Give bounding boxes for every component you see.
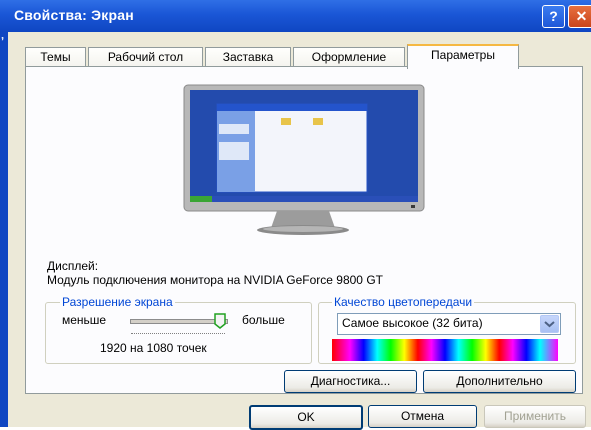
ok-button[interactable]: OK (249, 405, 363, 430)
color-quality-value: Самое высокое (32 бита) (342, 316, 483, 330)
display-adapter-text: Модуль подключения монитора на NVIDIA Ge… (47, 273, 383, 287)
tab-appearance[interactable]: Оформление (293, 47, 405, 67)
tab-label: Темы (40, 50, 71, 64)
tab-label: Рабочий стол (107, 50, 184, 64)
color-spectrum-bar (332, 339, 558, 361)
resolution-group-title: Разрешение экрана (60, 295, 175, 309)
display-label: Дисплей: (47, 259, 99, 273)
resolution-more-label: больше (242, 313, 285, 327)
cancel-button[interactable]: Отмена (368, 405, 477, 428)
close-icon: ✕ (575, 8, 588, 24)
advanced-button[interactable]: Дополнительно (423, 370, 576, 393)
tab-label: Заставка (222, 50, 274, 64)
tab-label: Оформление (311, 50, 387, 64)
edge-mark: ʼ (1, 36, 5, 48)
window-title: Свойства: Экран (14, 7, 134, 23)
resolution-less-label: меньше (62, 313, 107, 327)
tab-settings[interactable]: Параметры (407, 44, 519, 69)
color-quality-select[interactable]: Самое высокое (32 бита) (337, 313, 561, 335)
tab-label: Параметры (431, 48, 495, 62)
close-button[interactable]: ✕ (568, 5, 591, 28)
window-left-edge (0, 32, 8, 427)
help-button[interactable]: ? (542, 5, 565, 28)
resolution-value: 1920 на 1080 точек (100, 341, 207, 355)
tab-desktop[interactable]: Рабочий стол (88, 47, 203, 67)
chevron-down-icon[interactable] (540, 315, 559, 333)
tab-themes[interactable]: Темы (25, 47, 86, 67)
title-bar[interactable]: Свойства: Экран ? ✕ (0, 0, 591, 32)
tab-screensaver[interactable]: Заставка (205, 47, 291, 67)
troubleshoot-button[interactable]: Диагностика... (284, 370, 417, 393)
color-quality-group-title: Качество цветопередачи (332, 295, 475, 309)
resolution-slider-thumb[interactable] (214, 313, 226, 329)
apply-button[interactable]: Применить (484, 405, 586, 428)
help-icon: ? (549, 8, 558, 24)
resolution-slider-ticks (131, 333, 225, 336)
monitor-illustration (183, 84, 425, 235)
display-properties-window: Свойства: Экран ? ✕ ʼ Темы Рабочий стол … (0, 0, 591, 430)
